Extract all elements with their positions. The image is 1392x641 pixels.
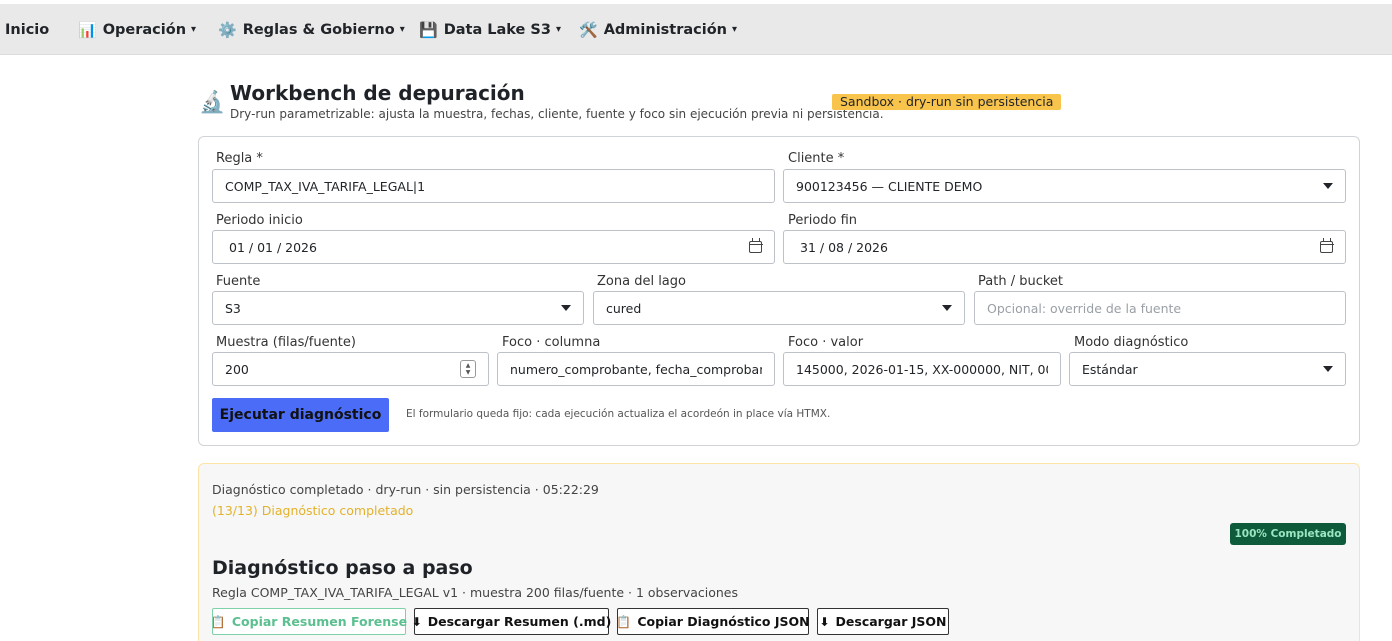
download-json-button[interactable]: ⬇ Descargar JSON (817, 608, 949, 635)
nav-data-lake-label: Data Lake S3 (443, 21, 551, 38)
foco-columna-label: Foco · columna (502, 335, 601, 350)
periodo-fin-input[interactable]: 31 / 08 / 2026 (783, 230, 1346, 264)
chevron-down-icon: ▾ (555, 24, 561, 35)
result-status: Diagnóstico completado · dry-run · sin p… (212, 482, 599, 497)
modo-select[interactable]: Estándar (1069, 352, 1346, 386)
result-title: Diagnóstico paso a paso (212, 557, 473, 579)
download-summary-md-label: Descargar Resumen (.md) (427, 614, 612, 629)
foco-columna-value: numero_comprobante, fecha_comprobante (510, 361, 762, 377)
chevron-down-icon (942, 305, 952, 311)
nav-operacion[interactable]: 📊 Operación ▾ (78, 4, 196, 55)
periodo-inicio-value: 01 / 01 / 2026 (229, 239, 317, 255)
chart-icon: 📊 (78, 20, 97, 39)
cliente-label: Cliente * (788, 151, 845, 166)
path-input[interactable]: Opcional: override de la fuente (974, 291, 1346, 325)
copy-diagnostic-json-label: Copiar Diagnóstico JSON (637, 614, 810, 629)
form-hint: El formulario queda fijo: cada ejecución… (406, 408, 831, 420)
modo-value: Estándar (1082, 361, 1138, 377)
foco-valor-value: 145000, 2026-01-15, XX-000000, NIT, 0000 (796, 361, 1048, 377)
page-title: Workbench de depuración (230, 81, 525, 105)
muestra-input[interactable]: 200 ▲ ▼ (212, 352, 489, 386)
fuente-value: S3 (225, 300, 241, 316)
cliente-value: 900123456 — CLIENTE DEMO (796, 178, 983, 194)
zona-select[interactable]: cured (593, 291, 965, 325)
copy-forensic-summary-button[interactable]: 📋 Copiar Resumen Forense (210, 608, 408, 635)
floppy-disk-icon: 💾 (419, 20, 438, 39)
periodo-fin-value: 31 / 08 / 2026 (800, 239, 888, 255)
nav-administracion-label: Administración (603, 21, 728, 38)
clipboard-icon: 📋 (616, 614, 632, 629)
zona-label: Zona del lago (597, 274, 686, 289)
path-placeholder: Opcional: override de la fuente (987, 300, 1182, 316)
path-label: Path / bucket (978, 274, 1064, 289)
result-progress: (13/13) Diagnóstico completado (212, 503, 414, 518)
regla-input[interactable]: COMP_TAX_IVA_TARIFA_LEGAL|1 (212, 169, 775, 203)
chevron-down-icon (561, 305, 571, 311)
page-subtitle: Dry-run parametrizable: ajusta la muestr… (230, 107, 884, 121)
chevron-down-icon (1323, 183, 1333, 189)
periodo-inicio-input[interactable]: 01 / 01 / 2026 (212, 230, 775, 264)
muestra-value: 200 (225, 361, 249, 377)
periodo-inicio-label: Periodo inicio (216, 213, 303, 228)
nav-inicio-label: Inicio (5, 21, 50, 38)
fuente-label: Fuente (216, 274, 261, 289)
calendar-icon[interactable] (1319, 238, 1334, 253)
foco-columna-input[interactable]: numero_comprobante, fecha_comprobante (497, 352, 775, 386)
result-meta: Regla COMP_TAX_IVA_TARIFA_LEGAL v1 · mue… (212, 585, 739, 600)
nav-inicio[interactable]: Inicio (5, 4, 49, 55)
foco-valor-input[interactable]: 145000, 2026-01-15, XX-000000, NIT, 0000 (783, 352, 1061, 386)
completion-badge: 100% Completado (1230, 523, 1346, 545)
nav-administracion[interactable]: 🛠️ Administración ▾ (579, 4, 737, 55)
nav-reglas-gobierno[interactable]: ⚙️ Reglas & Gobierno ▾ (218, 4, 405, 55)
chevron-down-icon: ▾ (399, 24, 405, 35)
download-json-label: Descargar JSON (835, 614, 947, 629)
regla-value: COMP_TAX_IVA_TARIFA_LEGAL|1 (225, 178, 426, 194)
chevron-down-icon (1323, 366, 1333, 372)
modo-label: Modo diagnóstico (1074, 335, 1189, 350)
run-diagnostic-button[interactable]: Ejecutar diagnóstico (212, 398, 389, 432)
copy-forensic-summary-label: Copiar Resumen Forense (231, 614, 408, 629)
chevron-down-icon: ▾ (732, 24, 738, 35)
sandbox-badge: Sandbox · dry-run sin persistencia (832, 94, 1062, 110)
clipboard-icon: 📋 (210, 614, 226, 629)
foco-valor-label: Foco · valor (788, 335, 864, 350)
nav-reglas-label: Reglas & Gobierno (242, 21, 395, 38)
cliente-select[interactable]: 900123456 — CLIENTE DEMO (783, 169, 1346, 203)
chevron-down-icon: ▾ (191, 24, 197, 35)
copy-diagnostic-json-button[interactable]: 📋 Copiar Diagnóstico JSON (616, 608, 810, 635)
top-navbar: Inicio 📊 Operación ▾ ⚙️ Reglas & Gobiern… (0, 4, 1392, 55)
periodo-fin-label: Periodo fin (788, 213, 858, 228)
download-summary-md-button[interactable]: ⬇ Descargar Resumen (.md) (411, 608, 612, 635)
nav-data-lake[interactable]: 💾 Data Lake S3 ▾ (419, 4, 561, 55)
tools-icon: 🛠️ (579, 20, 598, 39)
zona-value: cured (606, 300, 642, 316)
calendar-icon[interactable] (748, 238, 763, 253)
fuente-select[interactable]: S3 (212, 291, 584, 325)
muestra-label: Muestra (filas/fuente) (216, 335, 356, 350)
microscope-icon: 🔬 (199, 90, 226, 114)
stepper-icon[interactable]: ▲ ▼ (460, 360, 476, 378)
regla-label: Regla * (216, 151, 263, 166)
nav-operacion-label: Operación (102, 21, 187, 38)
gear-icon: ⚙️ (218, 20, 237, 39)
download-arrow-icon: ⬇ (411, 614, 422, 629)
download-arrow-icon: ⬇ (819, 614, 830, 629)
